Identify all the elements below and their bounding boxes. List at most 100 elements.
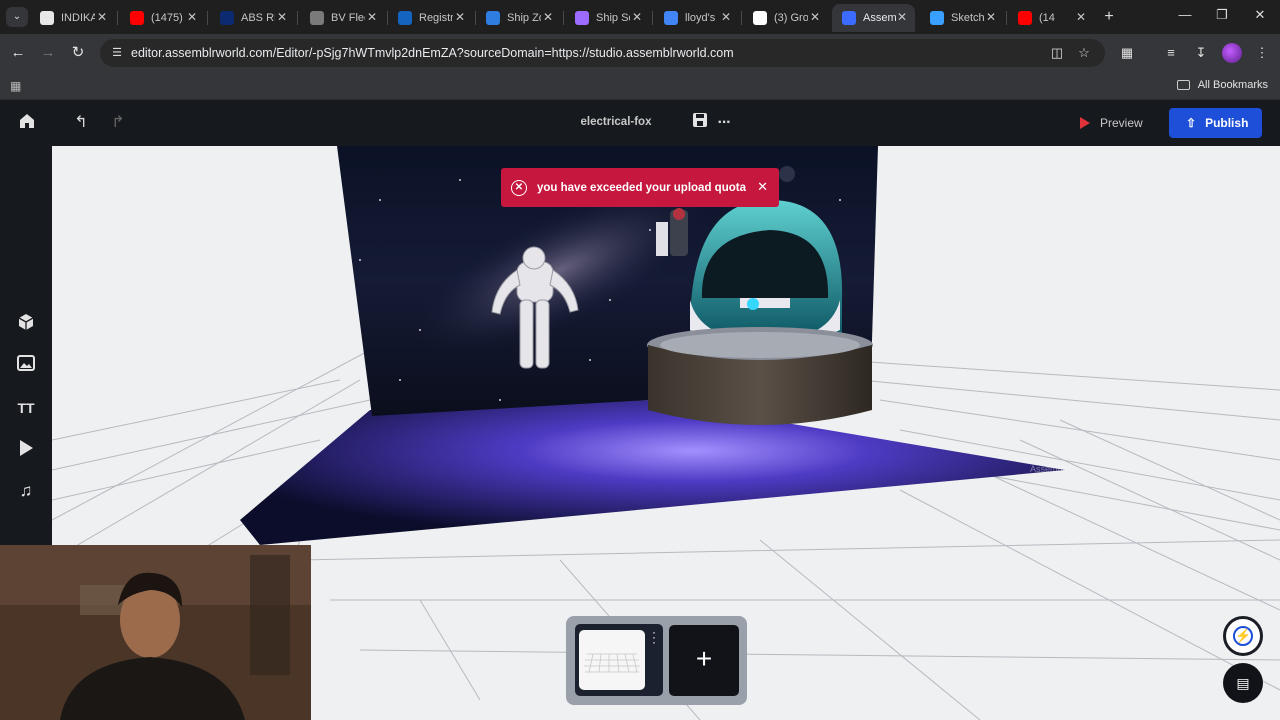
- site-info-icon[interactable]: ☰: [109, 45, 125, 61]
- editor-top-bar: ↰ ↱ electrical-fox ··· Preview ⇧ Publish: [0, 100, 1280, 146]
- play-icon[interactable]: [15, 439, 37, 461]
- tab-close-icon[interactable]: ✕: [986, 10, 996, 24]
- url-text: editor.assemblrworld.com/Editor/-pSjg7hW…: [131, 46, 734, 60]
- svg-text:Assemblr: Assemblr: [1030, 464, 1068, 474]
- profile-avatar[interactable]: [1222, 43, 1242, 63]
- forward-button[interactable]: →: [38, 43, 58, 63]
- add-scene-button[interactable]: +: [669, 625, 739, 696]
- publish-label: Publish: [1205, 116, 1249, 130]
- tab-close-icon[interactable]: ✕: [810, 10, 820, 24]
- tab-label: INDIKA: [61, 12, 95, 24]
- project-name[interactable]: electrical-fox: [560, 116, 672, 128]
- close-window-button[interactable]: ✕: [1245, 7, 1275, 23]
- tab-label: Registr: [419, 12, 453, 24]
- home-icon[interactable]: [16, 112, 38, 134]
- text-icon[interactable]: TT: [15, 397, 37, 419]
- browser-tab[interactable]: Ship Sc✕: [565, 4, 650, 32]
- list-icon: ▤: [1236, 675, 1250, 691]
- tab-favicon-icon: [753, 11, 767, 25]
- all-bookmarks-button[interactable]: All Bookmarks: [1176, 79, 1268, 91]
- tab-label: ABS RE: [241, 12, 275, 24]
- back-button[interactable]: ←: [8, 43, 28, 63]
- webcam-feed: [0, 545, 311, 720]
- browser-tab[interactable]: Registr ✕: [388, 4, 473, 32]
- browser-tab[interactable]: Ship Zo✕: [476, 4, 561, 32]
- cube-icon[interactable]: [15, 313, 37, 335]
- tab-favicon-icon: [398, 11, 412, 25]
- scene-card[interactable]: · · ·: [575, 624, 663, 696]
- bookmarks-bar: ▦ All Bookmarks: [0, 72, 1280, 100]
- close-icon[interactable]: ✕: [757, 179, 768, 195]
- image-icon[interactable]: [15, 355, 37, 377]
- scene-options-icon[interactable]: · · ·: [651, 626, 657, 648]
- toast-message: you have exceeded your upload quota: [537, 181, 746, 194]
- browser-tab[interactable]: (14 ✕: [1008, 4, 1094, 32]
- tab-close-icon[interactable]: ✕: [455, 10, 465, 24]
- tab-search-button[interactable]: ⌄: [6, 7, 28, 27]
- tab-favicon-icon: [575, 11, 589, 25]
- reload-button[interactable]: ↻: [68, 43, 88, 63]
- extensions-icon[interactable]: ▦: [1117, 43, 1137, 63]
- preview-label: Preview: [1100, 116, 1143, 130]
- browser-tab[interactable]: lloyd's ✕: [654, 4, 739, 32]
- browser-tab[interactable]: Assem ✕: [832, 4, 915, 32]
- tab-separator: [117, 11, 118, 25]
- media-controls-icon[interactable]: ≡: [1161, 43, 1181, 63]
- tab-favicon-icon: [310, 11, 324, 25]
- tab-favicon-icon: [930, 11, 944, 25]
- tab-close-icon[interactable]: ✕: [187, 10, 197, 24]
- all-bookmarks-label: All Bookmarks: [1197, 79, 1268, 91]
- tab-favicon-icon: [130, 11, 144, 25]
- browser-tab[interactable]: Sketch ✕: [920, 4, 1004, 32]
- play-icon: [1080, 117, 1090, 129]
- tab-close-icon[interactable]: ✕: [543, 10, 553, 24]
- tab-label: Assem: [863, 12, 897, 24]
- tab-separator: [1006, 11, 1007, 25]
- music-icon[interactable]: ♫: [15, 480, 37, 502]
- tab-favicon-icon: [220, 11, 234, 25]
- scene-thumbnail[interactable]: [579, 630, 645, 690]
- browser-tab-strip: ⌄ INDIKA✕(1475)✕ABS RE✕BV Flee✕Registr✕S…: [0, 0, 1280, 34]
- redo-icon[interactable]: ↱: [107, 112, 129, 134]
- maximize-button[interactable]: ❐: [1207, 7, 1237, 23]
- tab-separator: [297, 11, 298, 25]
- scene-list-button[interactable]: ▤: [1223, 663, 1263, 703]
- save-icon[interactable]: [689, 112, 711, 134]
- browser-tab[interactable]: (3) Gro ✕: [743, 4, 828, 32]
- address-bar[interactable]: ☰ editor.assemblrworld.com/Editor/-pSjg7…: [100, 39, 1105, 67]
- webcam-overlay: [0, 545, 311, 720]
- download-icon[interactable]: ↧: [1191, 43, 1211, 63]
- tab-label: Ship Zo: [507, 12, 541, 24]
- tab-close-icon[interactable]: ✕: [367, 10, 377, 24]
- browser-tab[interactable]: BV Flee✕: [300, 4, 385, 32]
- scene-tray: · · · +: [566, 616, 747, 705]
- tab-close-icon[interactable]: ✕: [97, 10, 107, 24]
- tab-close-icon[interactable]: ✕: [277, 10, 287, 24]
- ai-assistant-button[interactable]: ⚡: [1223, 616, 1263, 656]
- browser-tab[interactable]: ABS RE✕: [210, 4, 295, 32]
- chrome-menu-icon[interactable]: ⋮: [1252, 43, 1272, 63]
- undo-icon[interactable]: ↰: [70, 112, 92, 134]
- install-app-icon[interactable]: ◫: [1049, 45, 1065, 61]
- tab-separator: [563, 11, 564, 25]
- new-tab-button[interactable]: +: [1099, 7, 1119, 27]
- apps-grid-icon[interactable]: ▦: [10, 79, 21, 93]
- tab-favicon-icon: [842, 11, 856, 25]
- tab-favicon-icon: [40, 11, 54, 25]
- browser-tab[interactable]: INDIKA ✕: [30, 4, 115, 32]
- tab-separator: [207, 11, 208, 25]
- tab-close-icon[interactable]: ✕: [897, 10, 907, 24]
- more-icon[interactable]: ···: [713, 112, 735, 134]
- bookmark-star-icon[interactable]: ☆: [1076, 45, 1092, 61]
- publish-button[interactable]: ⇧ Publish: [1169, 108, 1262, 138]
- tab-close-icon[interactable]: ✕: [1076, 10, 1086, 24]
- preview-button[interactable]: Preview: [1068, 108, 1158, 138]
- browser-tab[interactable]: (1475) ✕: [120, 4, 205, 32]
- tab-label: Sketch: [951, 12, 985, 24]
- minimize-button[interactable]: —: [1170, 7, 1200, 22]
- lightning-icon: ⚡: [1233, 626, 1253, 646]
- tab-close-icon[interactable]: ✕: [721, 10, 731, 24]
- error-icon: ✕: [511, 179, 527, 196]
- tab-close-icon[interactable]: ✕: [632, 10, 642, 24]
- tab-favicon-icon: [664, 11, 678, 25]
